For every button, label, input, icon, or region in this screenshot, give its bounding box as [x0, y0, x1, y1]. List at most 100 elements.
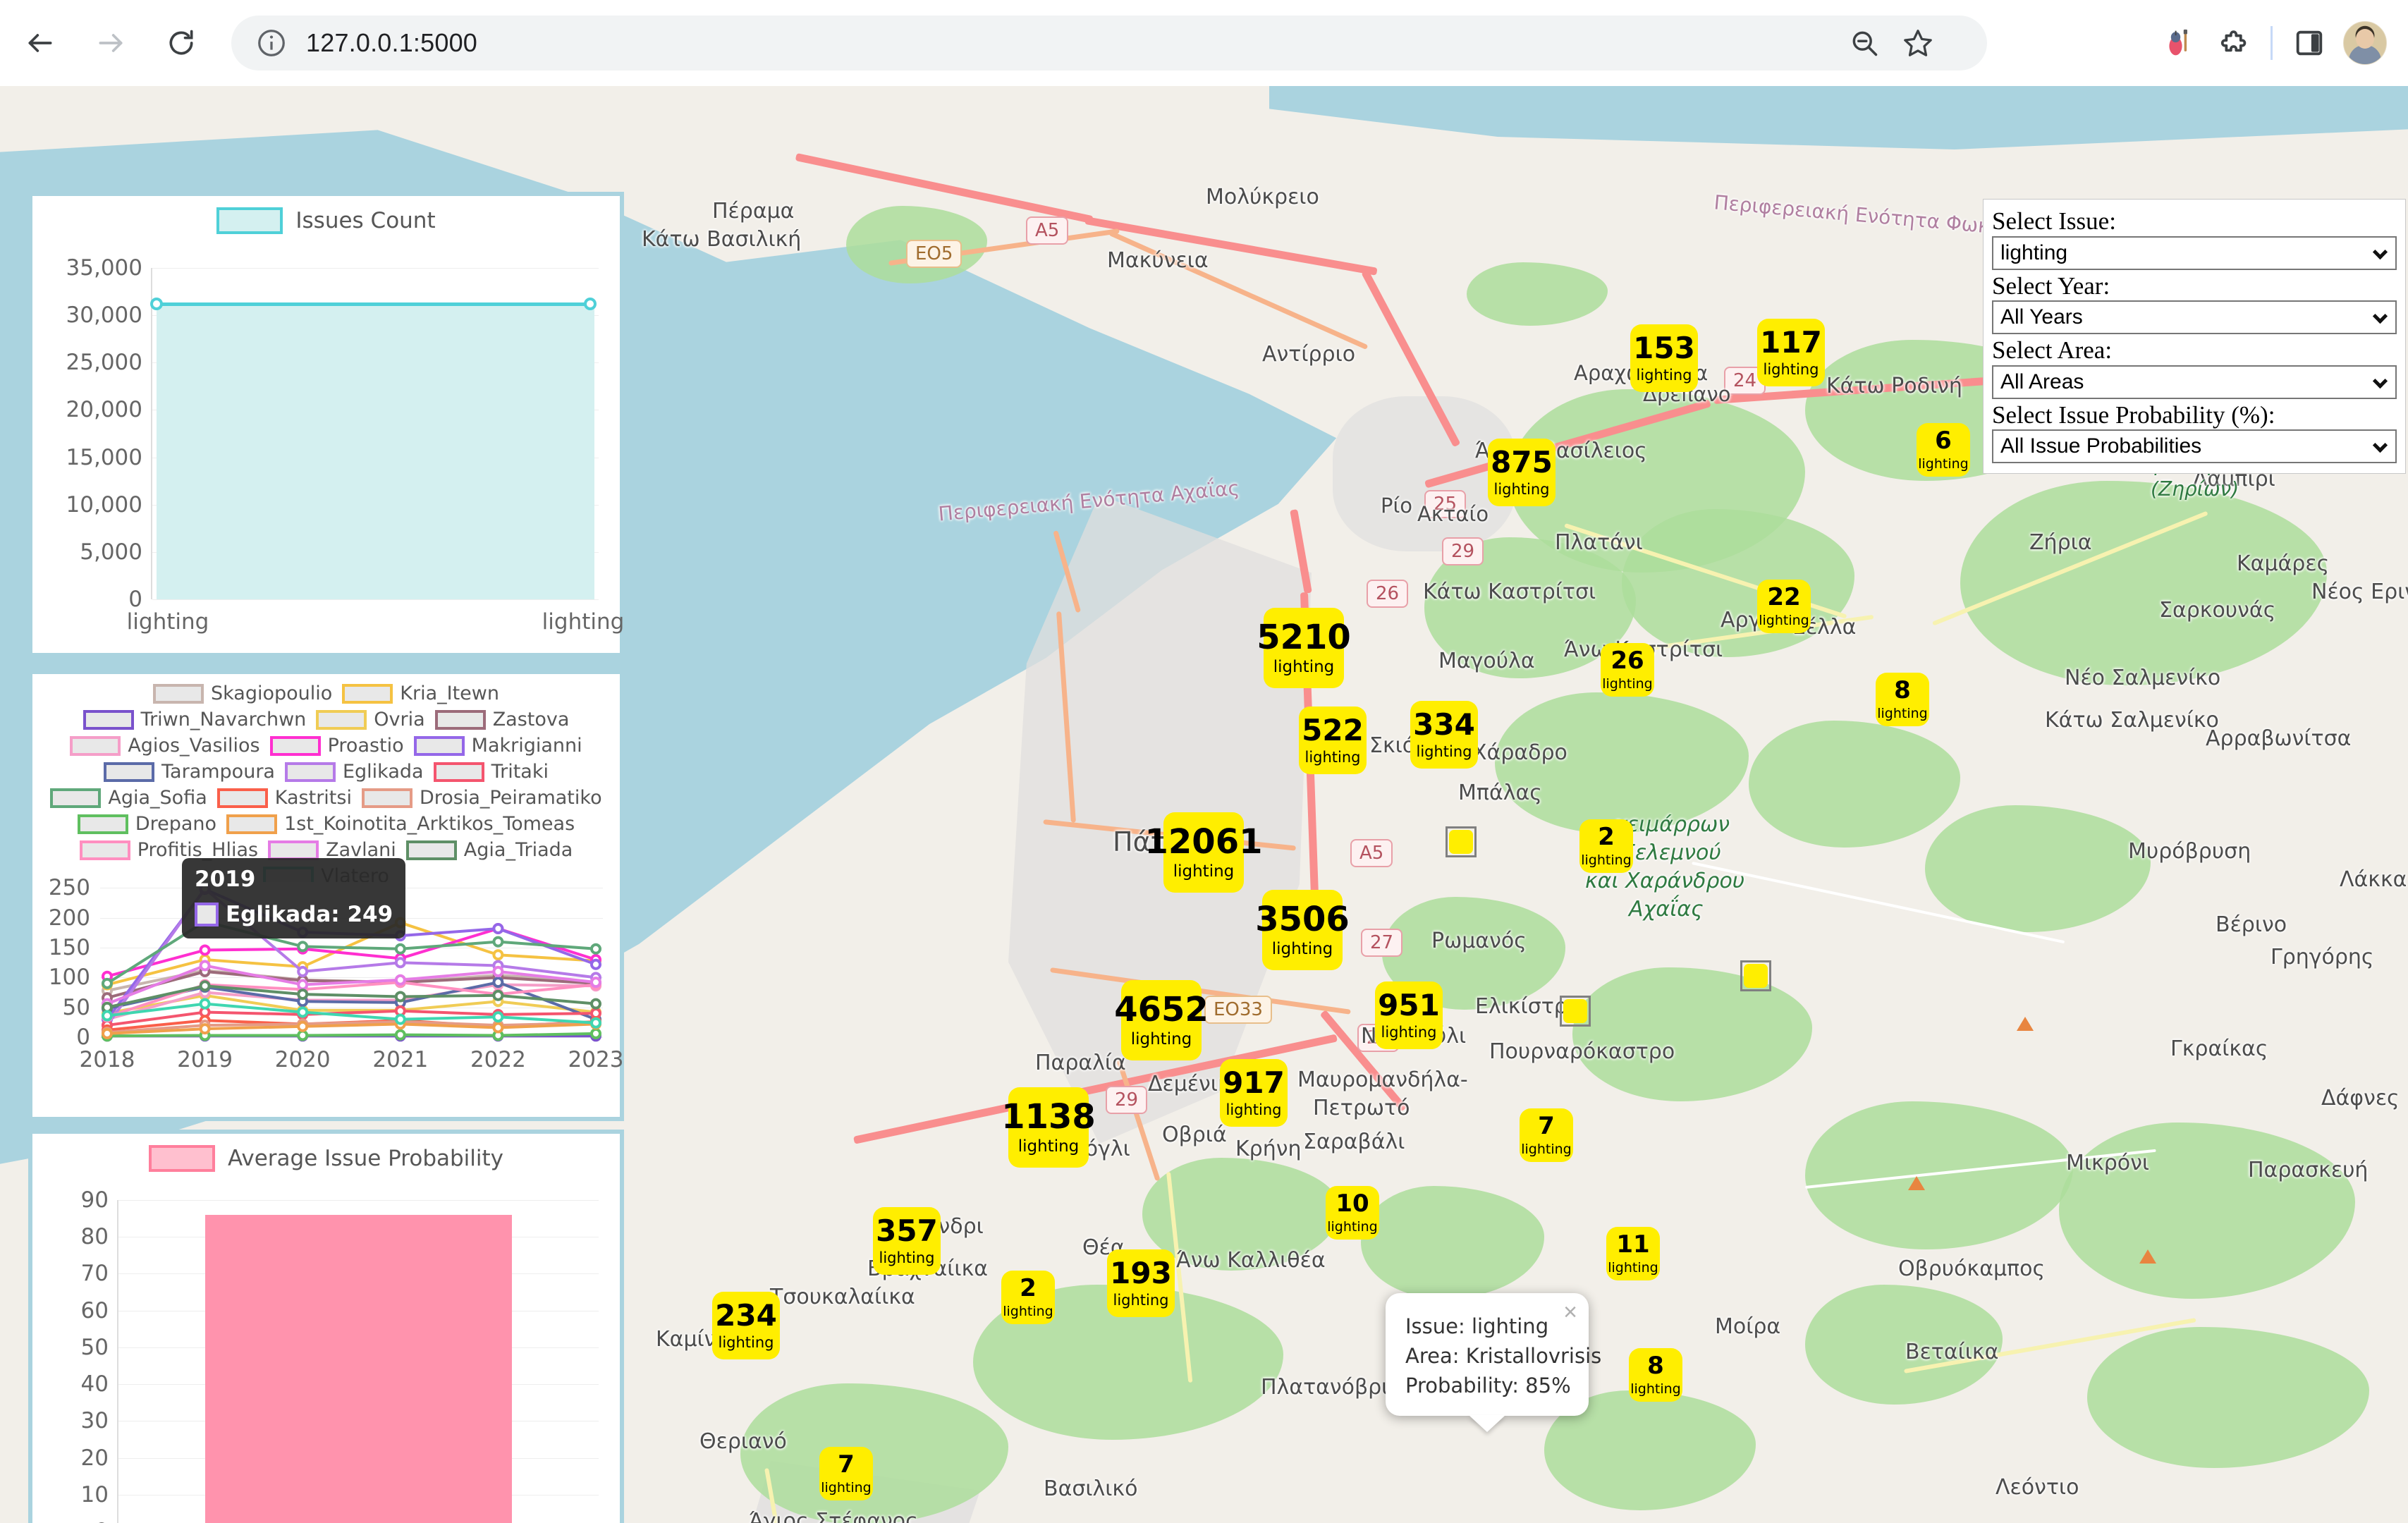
line-series-point[interactable]: [103, 1012, 111, 1020]
map-cluster-marker[interactable]: 8lighting: [1876, 673, 1929, 726]
avg-probability-legend[interactable]: Average Issue Probability: [32, 1134, 620, 1172]
line-series-point[interactable]: [396, 992, 405, 1001]
map-single-marker[interactable]: [1560, 996, 1591, 1027]
line-series-point[interactable]: [201, 1024, 209, 1033]
map-cluster-marker[interactable]: 7lighting: [819, 1447, 873, 1500]
line-series-point[interactable]: [494, 1013, 502, 1021]
line-series-point[interactable]: [396, 976, 405, 984]
map-marker-popup[interactable]: × Issue: lighting Area: Kristallovrisis …: [1386, 1293, 1589, 1416]
map-cluster-marker[interactable]: 26lighting: [1601, 643, 1654, 697]
line-legend-item[interactable]: Agios_Vasilios: [70, 735, 259, 757]
line-series-point[interactable]: [103, 979, 111, 988]
map-cluster-marker[interactable]: 334lighting: [1410, 701, 1478, 769]
line-legend-item[interactable]: Tarampoura: [104, 761, 275, 783]
map-cluster-marker[interactable]: 117lighting: [1757, 319, 1825, 386]
map-cluster-marker[interactable]: 10lighting: [1326, 1186, 1379, 1240]
line-legend-item[interactable]: Drepano: [78, 813, 216, 835]
line-series-point[interactable]: [298, 1008, 307, 1016]
popup-close-icon[interactable]: ×: [1563, 1300, 1577, 1324]
select-probability-dropdown[interactable]: All Issue Probabilities: [1992, 429, 2397, 463]
line-legend-item[interactable]: Ovria: [316, 709, 424, 730]
line-legend-item[interactable]: Makrigianni: [414, 735, 582, 757]
line-legend-item[interactable]: Agia_Triada: [406, 839, 573, 861]
line-legend-item[interactable]: Kastritsi: [217, 787, 352, 809]
line-series-point[interactable]: [396, 1015, 405, 1024]
map-cluster-marker[interactable]: 4652lighting: [1121, 980, 1202, 1060]
map-cluster-marker[interactable]: 1138lighting: [1008, 1087, 1089, 1168]
map-cluster-marker[interactable]: 2lighting: [1001, 1271, 1055, 1324]
line-legend-item[interactable]: Triwn_Navarchwn: [83, 709, 307, 730]
line-legend-item[interactable]: Proastio: [270, 735, 404, 757]
line-series-point[interactable]: [201, 946, 209, 954]
line-legend-item[interactable]: Kria_Itewn: [342, 683, 499, 704]
bug-extension-icon[interactable]: [2153, 16, 2207, 70]
line-series-point[interactable]: [396, 958, 405, 967]
map-cluster-marker[interactable]: 357lighting: [873, 1207, 941, 1275]
issues-by-area-legend[interactable]: Skagiopoulio Kria_Itewn Triwn_Navarchwn Ovr…: [32, 674, 620, 882]
line-legend-item[interactable]: Agia_Sofia: [50, 787, 207, 809]
line-legend-item[interactable]: 1st_Koinotita_Arktikos_Tomeas: [226, 813, 575, 835]
map-cluster-marker[interactable]: 917lighting: [1220, 1059, 1288, 1127]
site-info-icon[interactable]: [255, 27, 288, 59]
line-series-point[interactable]: [494, 978, 502, 986]
line-series-point[interactable]: [494, 938, 502, 946]
line-series-point[interactable]: [298, 981, 307, 989]
zoom-out-icon[interactable]: [1838, 16, 1891, 70]
line-series-point[interactable]: [592, 1029, 600, 1038]
select-issue-dropdown[interactable]: lighting: [1992, 236, 2397, 270]
line-series-point[interactable]: [298, 990, 307, 998]
line-legend-item[interactable]: Skagiopoulio: [153, 683, 332, 704]
address-bar[interactable]: 127.0.0.1:5000: [231, 16, 1987, 71]
line-series-point[interactable]: [494, 950, 502, 959]
profile-avatar[interactable]: [2343, 21, 2387, 65]
map-cluster-marker[interactable]: 875lighting: [1488, 439, 1556, 506]
line-series-point[interactable]: [592, 1000, 600, 1008]
line-series-point[interactable]: [494, 1023, 502, 1032]
side-panel-icon[interactable]: [2282, 16, 2336, 70]
map-cluster-marker[interactable]: 234lighting: [712, 1292, 780, 1359]
map-cluster-marker[interactable]: 3506lighting: [1262, 890, 1343, 970]
reload-button[interactable]: [151, 13, 212, 73]
line-legend-item[interactable]: Zastova: [435, 709, 570, 730]
extensions-puzzle-icon[interactable]: [2207, 16, 2261, 70]
map-cluster-marker[interactable]: 193lighting: [1107, 1249, 1175, 1317]
line-series-point[interactable]: [592, 960, 600, 969]
line-series-point[interactable]: [298, 967, 307, 976]
issues-count-data-point[interactable]: [150, 298, 163, 310]
map-cluster-marker[interactable]: 12061lighting: [1163, 812, 1244, 893]
line-legend-item[interactable]: Eglikada: [285, 761, 424, 783]
map-cluster-marker[interactable]: 2lighting: [1579, 819, 1633, 873]
issues-count-data-point[interactable]: [584, 298, 597, 310]
map-cluster-marker[interactable]: 8lighting: [1629, 1348, 1682, 1402]
line-series-point[interactable]: [298, 942, 307, 950]
line-series-point[interactable]: [396, 1031, 405, 1039]
line-series-point[interactable]: [201, 981, 209, 990]
map-cluster-marker[interactable]: 6lighting: [1917, 423, 1970, 477]
line-series-point[interactable]: [592, 978, 600, 986]
line-series-point[interactable]: [103, 1029, 111, 1038]
forward-button[interactable]: [80, 13, 141, 73]
bookmark-star-icon[interactable]: [1891, 16, 1945, 70]
line-series-point[interactable]: [298, 1031, 307, 1039]
line-series-point[interactable]: [494, 967, 502, 976]
issues-count-legend[interactable]: Issues Count: [32, 196, 620, 234]
line-series-point[interactable]: [494, 991, 502, 1000]
select-area-dropdown[interactable]: All Areas: [1992, 365, 2397, 399]
map-cluster-marker[interactable]: 7lighting: [1520, 1108, 1573, 1162]
line-series-point[interactable]: [396, 945, 405, 953]
line-legend-item[interactable]: Drosia_Peiramatiko: [362, 787, 602, 809]
line-series-point[interactable]: [592, 945, 600, 953]
map-cluster-marker[interactable]: 522lighting: [1299, 707, 1367, 774]
avg-probability-bar[interactable]: [205, 1215, 513, 1523]
line-series-point[interactable]: [494, 924, 502, 933]
line-series-point[interactable]: [201, 961, 209, 970]
line-series-point[interactable]: [298, 1022, 307, 1031]
map-single-marker[interactable]: [1740, 960, 1771, 991]
back-button[interactable]: [10, 13, 71, 73]
line-series-point[interactable]: [201, 1000, 209, 1008]
map-cluster-marker[interactable]: 5210lighting: [1264, 608, 1344, 688]
map-single-marker[interactable]: [1446, 826, 1477, 857]
map-cluster-marker[interactable]: 951lighting: [1375, 981, 1443, 1049]
map-cluster-marker[interactable]: 11lighting: [1606, 1227, 1660, 1280]
map-cluster-marker[interactable]: 153lighting: [1630, 324, 1698, 392]
